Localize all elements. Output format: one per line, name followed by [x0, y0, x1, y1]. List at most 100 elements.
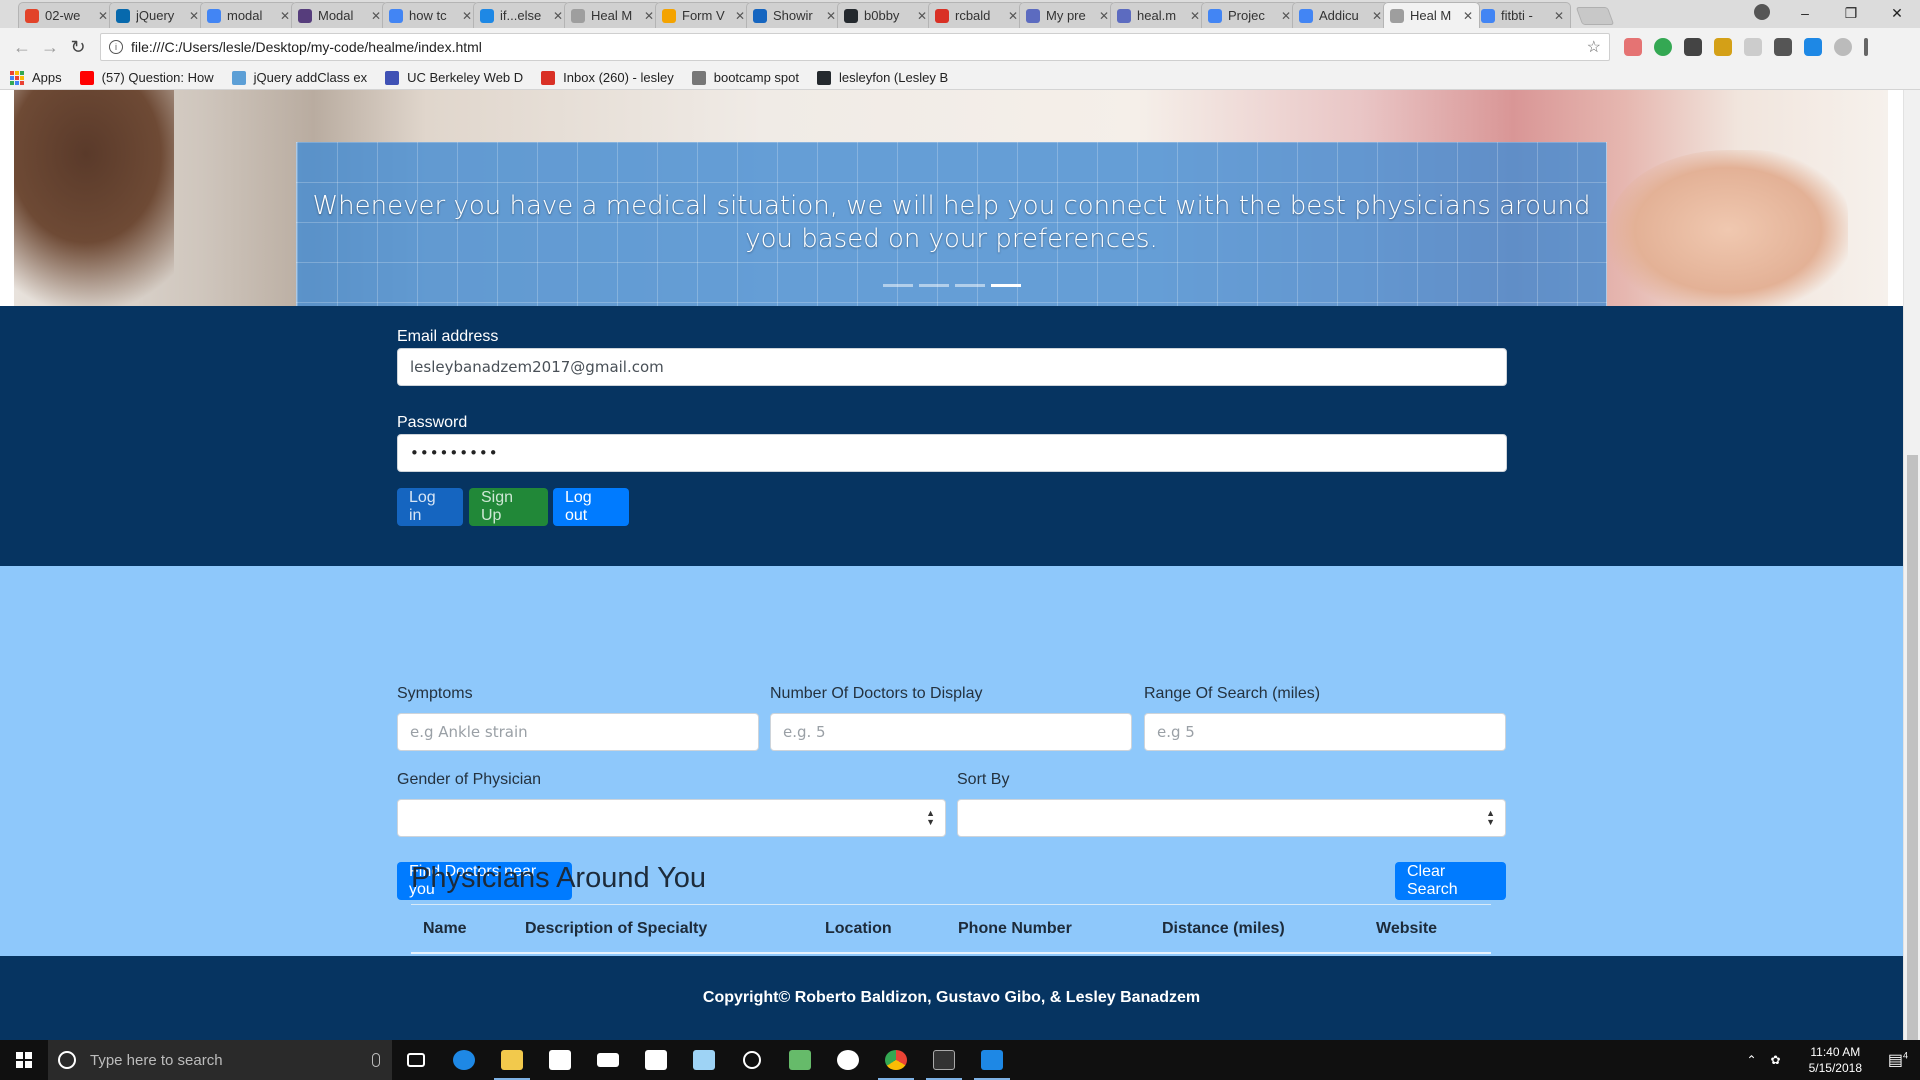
symptoms-input[interactable]: e.g Ankle strain: [397, 713, 759, 751]
carousel-indicator[interactable]: [918, 284, 949, 287]
close-tab-icon[interactable]: ✕: [98, 9, 108, 23]
edge-icon[interactable]: [440, 1040, 488, 1080]
forward-icon[interactable]: →: [36, 37, 64, 58]
browser-tab[interactable]: Showir ✕: [746, 2, 843, 28]
bookmark-item[interactable]: (57) Question: How: [79, 70, 214, 85]
reload-icon[interactable]: ↻: [64, 37, 92, 58]
bookmark-item[interactable]: bootcamp spot: [691, 70, 799, 85]
taskbar-search[interactable]: Type here to search: [48, 1040, 392, 1080]
browser-tab[interactable]: Modal ✕: [291, 2, 388, 28]
wifi-icon[interactable]: ✿: [1771, 1053, 1781, 1067]
clear-search-button[interactable]: Clear Search: [1395, 862, 1506, 900]
bookmark-item[interactable]: UC Berkeley Web D: [385, 70, 523, 85]
close-tab-icon[interactable]: ✕: [1463, 9, 1473, 23]
close-tab-icon[interactable]: ✕: [1099, 9, 1109, 23]
browser-tab[interactable]: 02-we ✕: [18, 2, 115, 28]
close-tab-icon[interactable]: ✕: [1372, 9, 1382, 23]
range-input[interactable]: e.g 5: [1144, 713, 1506, 751]
start-button[interactable]: [0, 1040, 48, 1080]
browser-tab[interactable]: modal ✕: [200, 2, 297, 28]
extension-icon[interactable]: [1774, 38, 1792, 56]
email-input[interactable]: lesleybanadzem2017@gmail.com: [397, 348, 1507, 386]
close-tab-icon[interactable]: ✕: [644, 9, 654, 23]
extension-icon[interactable]: [1714, 38, 1732, 56]
extension-icon[interactable]: [1684, 38, 1702, 56]
profile-icon[interactable]: [1754, 4, 1770, 20]
browser-tab[interactable]: heal.m ✕: [1110, 2, 1207, 28]
address-bar[interactable]: i file:///C:/Users/lesle/Desktop/my-code…: [100, 33, 1610, 61]
sticky-notes-icon[interactable]: [632, 1040, 680, 1080]
signup-button[interactable]: Sign Up: [469, 488, 548, 526]
close-tab-icon[interactable]: ✕: [1554, 9, 1564, 23]
close-tab-icon[interactable]: ✕: [826, 9, 836, 23]
page-scrollbar[interactable]: [1903, 90, 1920, 1040]
bookmark-item[interactable]: Inbox (260) - lesley: [541, 70, 674, 85]
browser-tab[interactable]: Addicu ✕: [1292, 2, 1389, 28]
browser-tab[interactable]: fitbti - ✕: [1474, 2, 1571, 28]
carousel-indicator[interactable]: [954, 284, 985, 287]
browser-tab[interactable]: Form V ✕: [655, 2, 752, 28]
close-tab-icon[interactable]: ✕: [189, 9, 199, 23]
new-tab-button[interactable]: [1575, 7, 1615, 25]
carousel-indicator[interactable]: [990, 284, 1021, 287]
browser-tab[interactable]: Heal M ✕: [1383, 2, 1480, 28]
close-tab-icon[interactable]: ✕: [1008, 9, 1018, 23]
num-doctors-input[interactable]: e.g. 5: [770, 713, 1132, 751]
sort-select[interactable]: ▲ ▼: [957, 799, 1506, 837]
password-input[interactable]: •••••••••: [397, 434, 1507, 472]
close-tab-icon[interactable]: ✕: [371, 9, 381, 23]
browser-tab[interactable]: b0bby ✕: [837, 2, 934, 28]
browser-tab[interactable]: Projec ✕: [1201, 2, 1298, 28]
close-tab-icon[interactable]: ✕: [1190, 9, 1200, 23]
scrollbar-thumb[interactable]: [1907, 455, 1918, 1040]
close-tab-icon[interactable]: ✕: [735, 9, 745, 23]
back-icon[interactable]: ←: [8, 37, 36, 58]
info-icon[interactable]: i: [109, 40, 123, 54]
maximize-icon[interactable]: ❐: [1828, 5, 1874, 22]
close-tab-icon[interactable]: ✕: [462, 9, 472, 23]
extension-icon[interactable]: [1744, 38, 1762, 56]
browser-tab[interactable]: My pre ✕: [1019, 2, 1116, 28]
bookmark-item[interactable]: Apps: [10, 70, 62, 85]
task-view-icon[interactable]: [392, 1040, 440, 1080]
minimize-icon[interactable]: –: [1782, 5, 1828, 21]
close-tab-icon[interactable]: ✕: [280, 9, 290, 23]
browser-tab[interactable]: rcbald ✕: [928, 2, 1025, 28]
app-icon[interactable]: [824, 1040, 872, 1080]
browser-tab[interactable]: how tc ✕: [382, 2, 479, 28]
browser-tab-label: if...else: [500, 8, 542, 23]
menu-icon[interactable]: [1864, 38, 1868, 56]
close-tab-icon[interactable]: ✕: [553, 9, 563, 23]
browser-tab[interactable]: jQuery ✕: [109, 2, 206, 28]
address-url[interactable]: file:///C:/Users/lesle/Desktop/my-code/h…: [131, 39, 1587, 55]
file-explorer-icon[interactable]: [488, 1040, 536, 1080]
mail-icon[interactable]: [584, 1040, 632, 1080]
extension-icon[interactable]: [1834, 38, 1852, 56]
chrome-icon[interactable]: [872, 1040, 920, 1080]
spreadsheet-icon[interactable]: [776, 1040, 824, 1080]
store-icon[interactable]: [536, 1040, 584, 1080]
gender-select[interactable]: ▲ ▼: [397, 799, 946, 837]
login-button[interactable]: Log in: [397, 488, 463, 526]
taskbar-clock[interactable]: 11:40 AM 5/15/2018: [1809, 1044, 1862, 1076]
vscode-icon[interactable]: [968, 1040, 1016, 1080]
extension-icon[interactable]: [1804, 38, 1822, 56]
close-tab-icon[interactable]: ✕: [917, 9, 927, 23]
bookmark-item[interactable]: jQuery addClass ex: [231, 70, 367, 85]
logout-button[interactable]: Log out: [553, 488, 629, 526]
grammarly-icon[interactable]: [1654, 38, 1672, 56]
close-tab-icon[interactable]: ✕: [1281, 9, 1291, 23]
carousel-indicator[interactable]: [882, 284, 913, 287]
terminal-icon[interactable]: [920, 1040, 968, 1080]
extension-icon[interactable]: [1624, 38, 1642, 56]
browser-tab[interactable]: Heal M ✕: [564, 2, 661, 28]
bookmark-star-icon[interactable]: ☆: [1587, 37, 1601, 57]
notification-icon[interactable]: ▤4: [1876, 1050, 1920, 1070]
close-window-icon[interactable]: ✕: [1874, 5, 1920, 22]
bookmark-item[interactable]: lesleyfon (Lesley B: [817, 70, 948, 85]
browser-tab[interactable]: if...else ✕: [473, 2, 570, 28]
settings-icon[interactable]: [728, 1040, 776, 1080]
chevron-up-icon[interactable]: ⌃: [1746, 1053, 1756, 1067]
notepad-icon[interactable]: [680, 1040, 728, 1080]
microphone-icon[interactable]: [372, 1053, 380, 1067]
